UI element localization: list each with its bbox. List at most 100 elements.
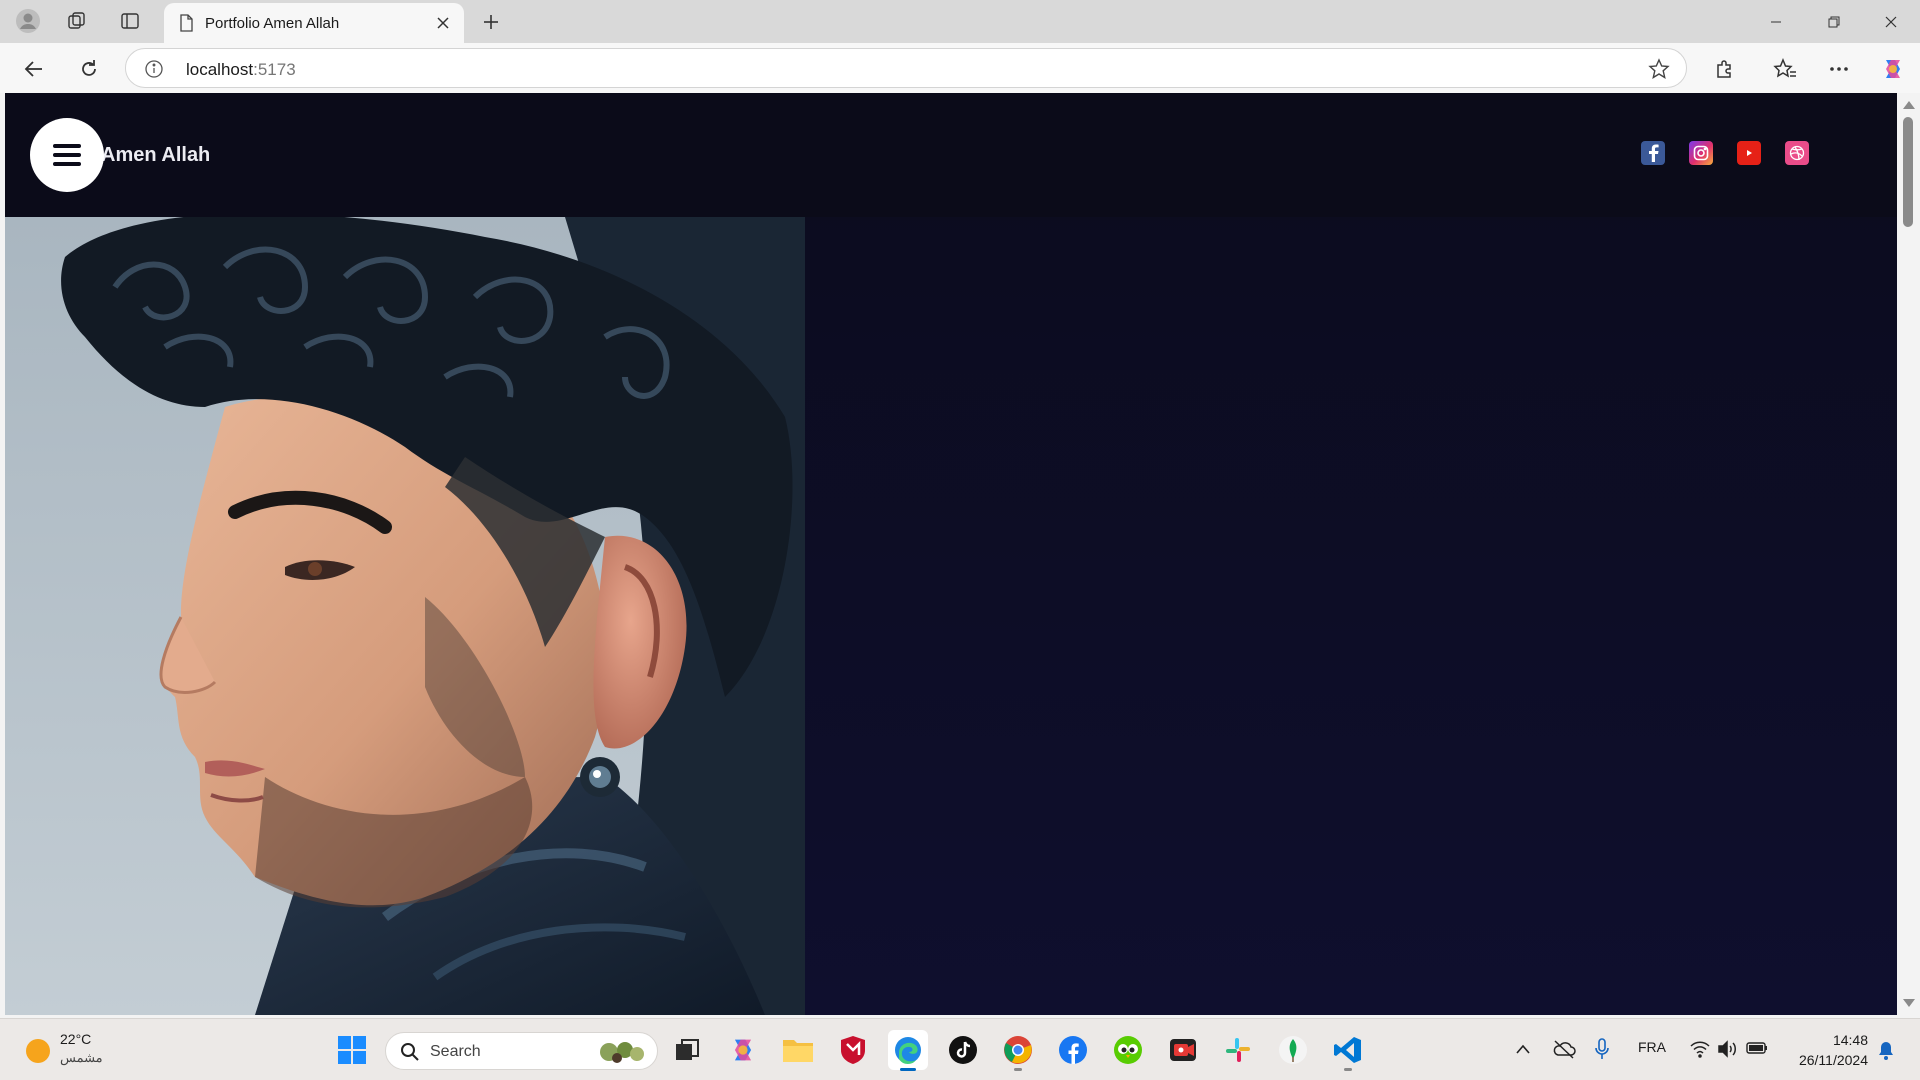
chrome-app[interactable] xyxy=(998,1030,1038,1071)
sun-icon xyxy=(26,1039,50,1063)
file-explorer-app[interactable] xyxy=(778,1030,818,1070)
tiktok-icon xyxy=(949,1036,977,1064)
site-header: Amen Allah xyxy=(5,93,1897,217)
mongodb-app[interactable] xyxy=(1273,1030,1313,1070)
copilot-app[interactable] xyxy=(723,1030,763,1070)
weather-description: مشمس xyxy=(60,1050,103,1065)
profile-icon xyxy=(16,9,40,33)
workspaces-button[interactable] xyxy=(57,7,97,35)
task-view-button[interactable] xyxy=(667,1030,707,1070)
instagram-icon xyxy=(1693,145,1709,161)
chrome-icon xyxy=(1004,1036,1032,1064)
vertical-tabs-button[interactable] xyxy=(110,7,150,35)
vscode-app[interactable] xyxy=(1328,1030,1368,1071)
edge-app[interactable] xyxy=(888,1030,928,1071)
plus-icon xyxy=(484,15,498,29)
back-arrow-icon xyxy=(24,61,42,77)
extensions-button[interactable] xyxy=(1710,54,1740,84)
favorite-star-icon[interactable] xyxy=(1648,58,1670,80)
recorder-icon xyxy=(1170,1039,1196,1061)
dribbble-link[interactable] xyxy=(1785,141,1809,165)
back-button[interactable] xyxy=(17,52,51,86)
taskbar-search[interactable]: Search xyxy=(385,1032,658,1070)
hamburger-icon xyxy=(53,144,81,166)
dribbble-icon xyxy=(1789,145,1805,161)
refresh-button[interactable] xyxy=(72,52,106,86)
search-placeholder: Search xyxy=(430,1043,481,1060)
page-scrollbar[interactable] xyxy=(1897,93,1920,1015)
duolingo-app[interactable] xyxy=(1108,1030,1148,1070)
copilot-icon xyxy=(734,1039,752,1061)
screen-recorder-app[interactable] xyxy=(1163,1030,1203,1070)
battery-icon[interactable] xyxy=(1746,1041,1768,1055)
volume-icon[interactable] xyxy=(1717,1040,1737,1058)
favorites-button[interactable] xyxy=(1770,54,1800,84)
start-button[interactable] xyxy=(332,1030,372,1070)
mongodb-leaf-icon xyxy=(1279,1036,1307,1064)
vertical-tabs-icon xyxy=(121,13,139,29)
running-app-indicator xyxy=(1014,1068,1022,1071)
site-brand[interactable]: Amen Allah xyxy=(101,144,210,167)
puzzle-icon xyxy=(1717,60,1731,78)
facebook-link[interactable] xyxy=(1641,141,1665,165)
slack-app[interactable] xyxy=(1218,1030,1258,1070)
search-icon xyxy=(401,1043,419,1061)
tiktok-app[interactable] xyxy=(943,1030,983,1070)
minimize-icon xyxy=(1771,21,1781,22)
chevron-up-icon[interactable] xyxy=(1515,1043,1531,1055)
instagram-link[interactable] xyxy=(1689,141,1713,165)
youtube-link[interactable] xyxy=(1737,141,1761,165)
minimize-button[interactable] xyxy=(1747,0,1805,43)
youtube-icon xyxy=(1741,147,1757,159)
close-icon xyxy=(1885,16,1897,27)
windows-taskbar: 22°C مشمس Search FRA 14:48 26/11/2024 xyxy=(0,1018,1920,1080)
scroll-up-arrow-icon[interactable] xyxy=(1903,101,1915,109)
copilot-icon xyxy=(1886,60,1900,78)
onedrive-icon[interactable] xyxy=(1552,1039,1576,1059)
folder-icon xyxy=(783,1040,813,1062)
new-tab-button[interactable] xyxy=(476,8,506,36)
refresh-icon xyxy=(82,60,96,76)
wifi-icon[interactable] xyxy=(1690,1040,1710,1058)
close-icon xyxy=(437,17,449,29)
facebook-icon xyxy=(1649,144,1659,162)
close-window-button[interactable] xyxy=(1862,0,1920,43)
weather-temperature: 22°C xyxy=(60,1031,92,1047)
running-app-indicator xyxy=(1344,1068,1352,1071)
info-icon[interactable] xyxy=(144,59,164,79)
search-highlight-art-icon xyxy=(600,1042,644,1063)
facebook-icon xyxy=(1059,1036,1087,1064)
language-indicator[interactable]: FRA xyxy=(1638,1039,1666,1055)
notification-bell-icon[interactable] xyxy=(1877,1041,1895,1061)
browser-toolbar: localhost:5173 xyxy=(0,43,1920,122)
facebook-app[interactable] xyxy=(1053,1030,1093,1070)
browser-tab-bar: Portfolio Amen Allah xyxy=(0,0,1920,43)
system-clock[interactable]: 14:48 26/11/2024 xyxy=(1784,1030,1868,1070)
address-bar[interactable]: localhost:5173 xyxy=(125,48,1687,88)
task-view-icon xyxy=(676,1039,699,1060)
social-links xyxy=(1641,141,1809,165)
clock-date: 26/11/2024 xyxy=(1798,1052,1868,1068)
scroll-down-arrow-icon[interactable] xyxy=(1903,999,1915,1007)
restore-icon xyxy=(1828,16,1840,27)
active-tab[interactable]: Portfolio Amen Allah xyxy=(164,3,464,43)
active-app-indicator xyxy=(900,1068,916,1071)
microphone-icon[interactable] xyxy=(1595,1038,1609,1060)
more-dots-icon xyxy=(1830,67,1848,71)
profile-button[interactable] xyxy=(8,7,48,35)
scrollbar-thumb[interactable] xyxy=(1903,117,1913,227)
mcafee-shield-icon xyxy=(841,1036,865,1064)
tab-title: Portfolio Amen Allah xyxy=(205,15,340,32)
menu-button[interactable] xyxy=(30,118,104,192)
tab-close-button[interactable] xyxy=(432,12,454,34)
favorites-icon xyxy=(1773,58,1796,78)
slack-icon xyxy=(1226,1038,1250,1062)
portrait-image xyxy=(5,217,805,1015)
clock-time: 14:48 xyxy=(1832,1032,1868,1048)
copilot-button[interactable] xyxy=(1878,54,1908,84)
weather-widget[interactable]: 22°C مشمس xyxy=(26,1031,103,1066)
restore-button[interactable] xyxy=(1805,0,1863,43)
more-menu-button[interactable] xyxy=(1824,54,1854,84)
url-text: localhost:5173 xyxy=(186,60,296,79)
mcafee-app[interactable] xyxy=(833,1030,873,1070)
